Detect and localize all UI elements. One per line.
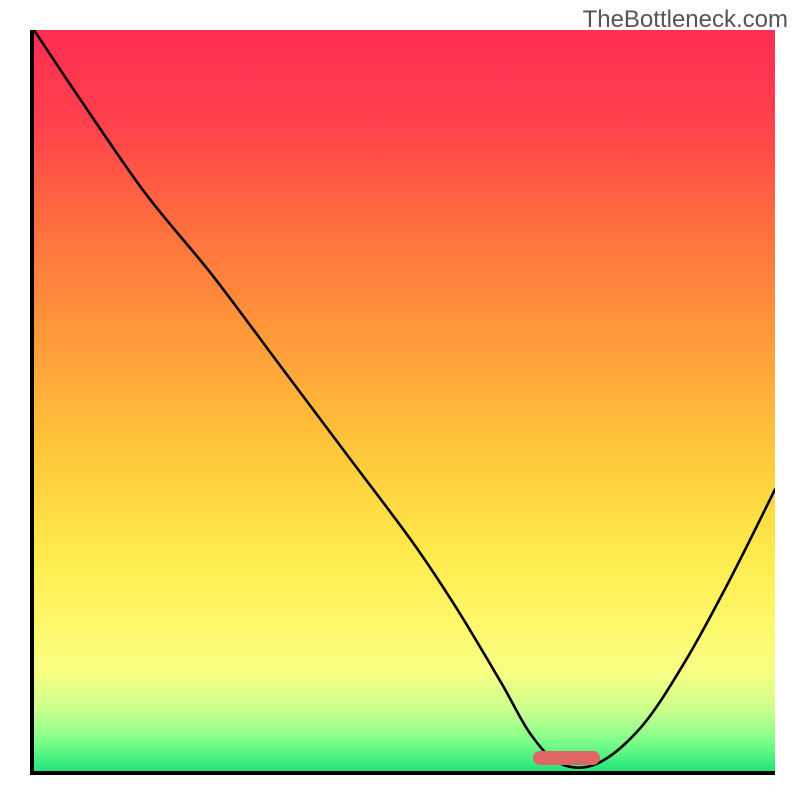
chart-frame: TheBottleneck.com	[0, 0, 800, 800]
bottleneck-curve-svg	[34, 30, 775, 771]
bottleneck-curve-path	[34, 30, 775, 768]
optimal-range-marker	[533, 751, 600, 765]
plot-area	[30, 30, 775, 775]
